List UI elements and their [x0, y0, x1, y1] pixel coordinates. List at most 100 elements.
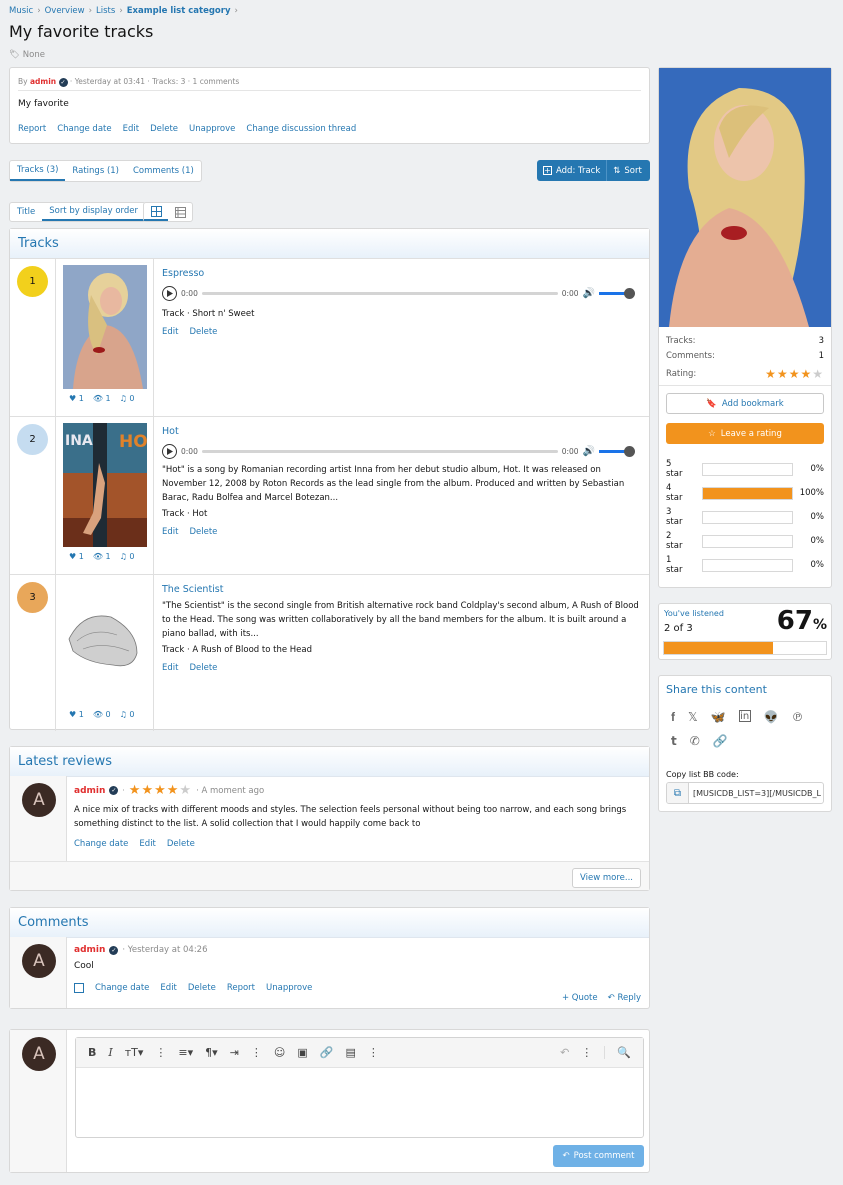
- pinterest-icon[interactable]: ℗: [792, 710, 804, 724]
- track-title-link[interactable]: Hot: [162, 426, 641, 437]
- report-link[interactable]: Report: [18, 124, 46, 134]
- track-delete-link[interactable]: Delete: [189, 527, 217, 537]
- unapprove-link[interactable]: Unapprove: [189, 124, 235, 134]
- review-delete-link[interactable]: Delete: [167, 839, 195, 849]
- emoji-icon[interactable]: ☺: [274, 1046, 285, 1059]
- text-size-icon[interactable]: тT▾: [125, 1046, 144, 1059]
- review-change-date-link[interactable]: Change date: [74, 839, 128, 849]
- avatar[interactable]: A: [22, 944, 56, 978]
- leave-rating-button[interactable]: ☆ Leave a rating: [666, 423, 824, 444]
- rating-row[interactable]: 2 star 0%: [666, 529, 824, 553]
- comment-change-date-link[interactable]: Change date: [95, 983, 149, 993]
- bold-icon[interactable]: B: [88, 1046, 96, 1059]
- track-edit-link[interactable]: Edit: [162, 327, 178, 337]
- more-icon[interactable]: ⋮: [581, 1046, 592, 1059]
- rating-row-percent: 0%: [810, 536, 825, 546]
- image-icon[interactable]: ▣: [297, 1046, 307, 1059]
- italic-icon[interactable]: I: [108, 1046, 112, 1059]
- seek-bar[interactable]: [201, 291, 558, 295]
- undo-icon[interactable]: ↶: [560, 1046, 569, 1059]
- bb-code-field[interactable]: ⧉ [MUSICDB_LIST=3][/MUSICDB_L: [666, 782, 824, 804]
- seek-bar[interactable]: [201, 449, 558, 453]
- rating-row[interactable]: 1 star 0%: [666, 553, 824, 577]
- tab-ratings[interactable]: Ratings (1): [65, 161, 126, 181]
- comment-author-link[interactable]: admin: [74, 945, 105, 955]
- link-icon[interactable]: 🔗: [713, 734, 728, 748]
- more-icon[interactable]: ⋮: [251, 1046, 262, 1059]
- volume-slider[interactable]: [599, 287, 635, 299]
- rating-row[interactable]: 3 star 0%: [666, 505, 824, 529]
- more-icon[interactable]: ⋮: [155, 1046, 166, 1059]
- link-icon[interactable]: 🔗: [320, 1046, 334, 1059]
- sort-title[interactable]: Title: [10, 203, 42, 221]
- tag-value[interactable]: None: [23, 50, 45, 60]
- likes-stat[interactable]: ♥ 1: [69, 710, 84, 719]
- breadcrumb-category[interactable]: Example list category: [127, 6, 231, 16]
- align-icon[interactable]: ≡▾: [178, 1046, 193, 1059]
- avatar[interactable]: A: [22, 783, 56, 817]
- play-button[interactable]: [162, 443, 177, 459]
- tab-tracks[interactable]: Tracks (3): [10, 161, 66, 181]
- breadcrumb-music[interactable]: Music: [9, 6, 33, 16]
- reddit-icon[interactable]: 👽: [764, 710, 779, 724]
- preview-icon[interactable]: 🔍: [604, 1046, 631, 1059]
- delete-link[interactable]: Delete: [150, 124, 178, 134]
- play-button[interactable]: [162, 285, 177, 301]
- add-bookmark-button[interactable]: 🔖 Add bookmark: [666, 393, 824, 414]
- comment-edit-link[interactable]: Edit: [160, 983, 176, 993]
- author-link[interactable]: admin: [30, 77, 56, 86]
- quote-button[interactable]: + Quote: [562, 993, 598, 1003]
- post-comment-button[interactable]: ↶ Post comment: [553, 1145, 644, 1167]
- list-view-button[interactable]: [168, 203, 192, 221]
- tab-comments[interactable]: Comments (1): [126, 161, 201, 181]
- breadcrumb-overview[interactable]: Overview: [45, 6, 85, 16]
- select-checkbox[interactable]: [74, 983, 84, 993]
- likes-stat[interactable]: ♥ 1: [69, 394, 84, 403]
- hot-cover-image[interactable]: INA HO: [63, 423, 147, 547]
- volume-icon[interactable]: 🔊: [583, 288, 595, 299]
- change-thread-link[interactable]: Change discussion thread: [246, 124, 356, 134]
- track-title-link[interactable]: Espresso: [162, 268, 641, 279]
- bluesky-icon[interactable]: 🦋: [711, 710, 726, 724]
- leave-rating-label: Leave a rating: [720, 428, 782, 439]
- view-more-button[interactable]: View more...: [572, 868, 641, 888]
- sort-display-order[interactable]: Sort by display order: [42, 203, 146, 221]
- tumblr-icon[interactable]: t: [671, 734, 677, 748]
- track-title-link[interactable]: The Scientist: [162, 584, 641, 595]
- rating-row[interactable]: 4 star 100%: [666, 481, 824, 505]
- more-icon[interactable]: ⋮: [368, 1046, 379, 1059]
- rich-text-editor[interactable]: B I тT▾ ⋮ ≡▾ ¶▾ ⇥ ⋮ ☺ ▣ 🔗 ▤ ⋮ ↶ ⋮ 🔍: [75, 1037, 644, 1138]
- track-edit-link[interactable]: Edit: [162, 663, 178, 673]
- linkedin-icon[interactable]: in: [738, 710, 751, 722]
- scientist-cover-image[interactable]: [63, 581, 147, 705]
- volume-icon[interactable]: 🔊: [583, 446, 595, 457]
- review-edit-link[interactable]: Edit: [139, 839, 155, 849]
- track-edit-link[interactable]: Edit: [162, 527, 178, 537]
- espresso-cover-image[interactable]: [63, 265, 147, 389]
- likes-stat[interactable]: ♥ 1: [69, 552, 84, 561]
- change-date-link[interactable]: Change date: [57, 124, 111, 134]
- whatsapp-icon[interactable]: ✆: [690, 734, 700, 748]
- list-cover-image[interactable]: [659, 68, 831, 327]
- paragraph-icon[interactable]: ¶▾: [205, 1046, 218, 1059]
- copy-icon[interactable]: ⧉: [667, 783, 689, 803]
- x-icon[interactable]: 𝕏: [688, 710, 698, 724]
- grid-view-button[interactable]: [144, 203, 168, 221]
- comment-unapprove-link[interactable]: Unapprove: [266, 983, 312, 993]
- track-delete-link[interactable]: Delete: [189, 663, 217, 673]
- edit-link[interactable]: Edit: [123, 124, 139, 134]
- breadcrumb-lists[interactable]: Lists: [96, 6, 115, 16]
- avatar[interactable]: A: [22, 1037, 56, 1071]
- review-author-link[interactable]: admin: [74, 786, 105, 796]
- rating-row[interactable]: 5 star 0%: [666, 457, 824, 481]
- comment-delete-link[interactable]: Delete: [188, 983, 216, 993]
- sort-button[interactable]: ⇅ Sort: [607, 160, 648, 181]
- media-icon[interactable]: ▤: [345, 1046, 355, 1059]
- indent-icon[interactable]: ⇥: [230, 1046, 239, 1059]
- comment-report-link[interactable]: Report: [227, 983, 255, 993]
- facebook-icon[interactable]: f: [671, 710, 675, 724]
- volume-slider[interactable]: [599, 445, 635, 457]
- reply-button[interactable]: ↶ Reply: [608, 993, 641, 1003]
- track-delete-link[interactable]: Delete: [189, 327, 217, 337]
- add-track-button[interactable]: + Add: Track: [537, 160, 608, 181]
